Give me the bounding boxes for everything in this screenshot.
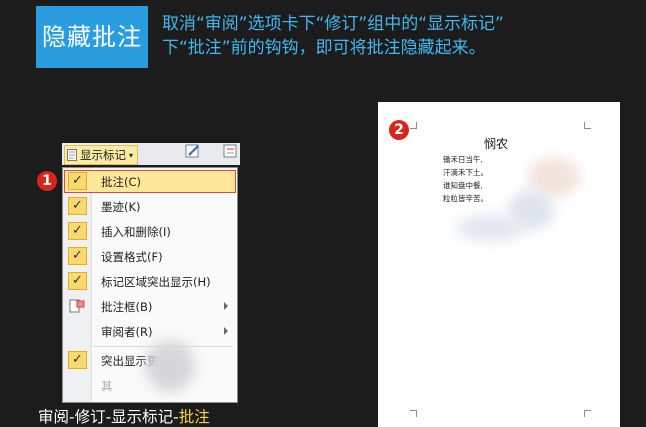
menu-item-label: 标记区域突出显示(H) [101, 274, 211, 289]
poem-title: 悯农 [484, 137, 509, 151]
balloon-icon [69, 299, 85, 313]
caption-path: 审阅-修订-显示标记- [38, 408, 179, 426]
checkmark-icon: ✓ [68, 351, 87, 369]
menu-item-ink[interactable]: ✓ 墨迹(K) [64, 195, 236, 218]
poem-line: 锄禾日当午, [443, 155, 483, 164]
document-icon [67, 149, 77, 161]
menu-item-label: 审阅者(R) [101, 324, 153, 339]
menu-item-balloons[interactable]: 批注框(B) [64, 295, 236, 318]
menu-item-label: 批注框(B) [101, 299, 153, 314]
checkmark-icon: ✓ [68, 247, 87, 265]
checkmark-icon: ✓ [68, 197, 87, 215]
caption: 审阅-修订-显示标记-批注 [38, 405, 210, 427]
blur-mask [145, 340, 195, 392]
menu-item-label: 墨迹(K) [101, 199, 141, 214]
document-page: 悯农 锄禾日当午, 汗滴禾下土。 谁知盘中餐, 粒粒皆辛苦。 [378, 102, 620, 427]
margin-corner [410, 410, 417, 417]
ribbon-tracking-group: 显示标记 ▾ [62, 143, 240, 165]
menu-item-label: 设置格式(F) [101, 249, 163, 264]
edit-pencil-icon[interactable] [184, 143, 202, 159]
menu-item-insertions-deletions[interactable]: ✓ 插入和删除(I) [64, 220, 236, 243]
margin-corner [584, 410, 591, 417]
menu-item-markup-area-highlight[interactable]: ✓ 标记区域突出显示(H) [64, 270, 236, 293]
show-markup-button[interactable]: 显示标记 ▾ [64, 145, 139, 165]
menu-item-label: 其 [101, 378, 113, 393]
checkmark-icon: ✓ [68, 172, 87, 190]
menu-item-label: 插入和删除(I) [101, 224, 171, 239]
step-1-marker: 1 [37, 171, 57, 191]
menu-item-comments[interactable]: ✓ 批注(C) [64, 170, 236, 193]
menu-item-label: 批注(C) [101, 174, 142, 189]
submenu-arrow-icon [224, 327, 228, 335]
track-changes-icon[interactable] [222, 143, 240, 159]
step-2-marker: 2 [389, 120, 409, 140]
margin-corner [584, 122, 591, 129]
blur-mask [456, 214, 526, 242]
description-line-2: 下“批注”前的钩钩，即可将批注隐藏起来。 [162, 38, 486, 58]
poem-line: 汗滴禾下土。 [443, 168, 488, 177]
margin-corner [410, 122, 417, 129]
menu-item-formatting[interactable]: ✓ 设置格式(F) [64, 245, 236, 268]
chevron-down-icon: ▾ [129, 150, 134, 160]
menu-item-reviewers[interactable]: 审阅者(R) [64, 320, 236, 343]
submenu-arrow-icon [224, 302, 228, 310]
show-markup-label: 显示标记 [80, 148, 126, 162]
checkmark-icon: ✓ [68, 272, 87, 290]
poem-line: 谁知盘中餐, [443, 181, 483, 190]
description: 取消“审阅”选项卡下“修订”组中的“显示标记” 下“批注”前的钩钩，即可将批注隐… [162, 12, 646, 60]
title-badge: 隐藏批注 [36, 6, 148, 68]
description-line-1: 取消“审阅”选项卡下“修订”组中的“显示标记” [162, 14, 504, 34]
poem-line: 粒粒皆辛苦。 [443, 194, 488, 203]
show-markup-menu: ✓ 批注(C) ✓ 墨迹(K) ✓ 插入和删除(I) ✓ 设置格式(F) ✓ 标… [62, 167, 238, 403]
caption-highlight: 批注 [178, 408, 210, 426]
checkmark-icon: ✓ [68, 222, 87, 240]
